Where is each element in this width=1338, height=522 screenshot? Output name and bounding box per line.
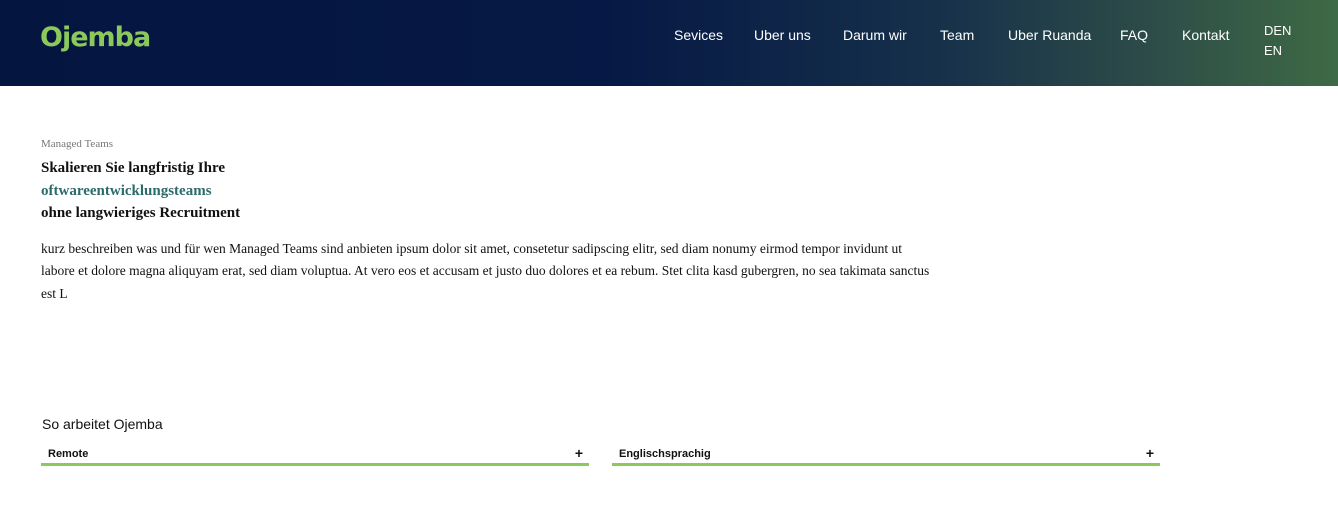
logo[interactable]: Ojemba [40,22,151,53]
accordion-remote-label: Remote [48,448,89,460]
how-it-works-title: So arbeitet Ojemba [42,416,163,432]
hero-headline-line1: Skalieren Sie langfristig Ihre [41,160,226,176]
hero-lead-text: kurz beschreiben was und für wen Managed… [41,240,930,301]
nav-item-team[interactable]: Team [940,27,974,43]
nav-item-uber-uns[interactable]: Uber uns [754,27,811,43]
hero-headline: Skalieren Sie langfristig Ihre oftwareen… [41,157,931,225]
language-option-den[interactable]: DEN [1264,21,1291,41]
nav-item-faq[interactable]: FAQ [1120,27,1148,43]
accordion-englischsprachig-label: Englischsprachig [619,448,711,460]
language-option-en[interactable]: EN [1264,41,1291,61]
nav-item-uber-ruanda[interactable]: Uber Ruanda [1008,27,1091,43]
accordion-englischsprachig[interactable]: Englischsprachig + [612,445,1160,466]
plus-icon[interactable]: + [575,445,583,461]
hero-headline-line3: ohne langwieriges Recruitment [41,205,241,221]
hero-eyebrow: Managed Teams [41,138,114,150]
site-header: Ojemba Sevices Uber uns Darum wir Team U… [0,0,1338,86]
accordion-remote[interactable]: Remote + [41,445,589,466]
nav-item-kontakt[interactable]: Kontakt [1182,27,1229,43]
nav-item-services[interactable]: Sevices [674,27,723,43]
plus-icon[interactable]: + [1146,445,1154,461]
hero-headline-accent: oftwareentwicklungsteams [41,182,212,199]
nav-item-darum-wir[interactable]: Darum wir [843,27,907,43]
hero-section: Managed Teams Skalieren Sie langfristig … [41,138,931,305]
language-switcher: DEN EN [1264,21,1291,61]
